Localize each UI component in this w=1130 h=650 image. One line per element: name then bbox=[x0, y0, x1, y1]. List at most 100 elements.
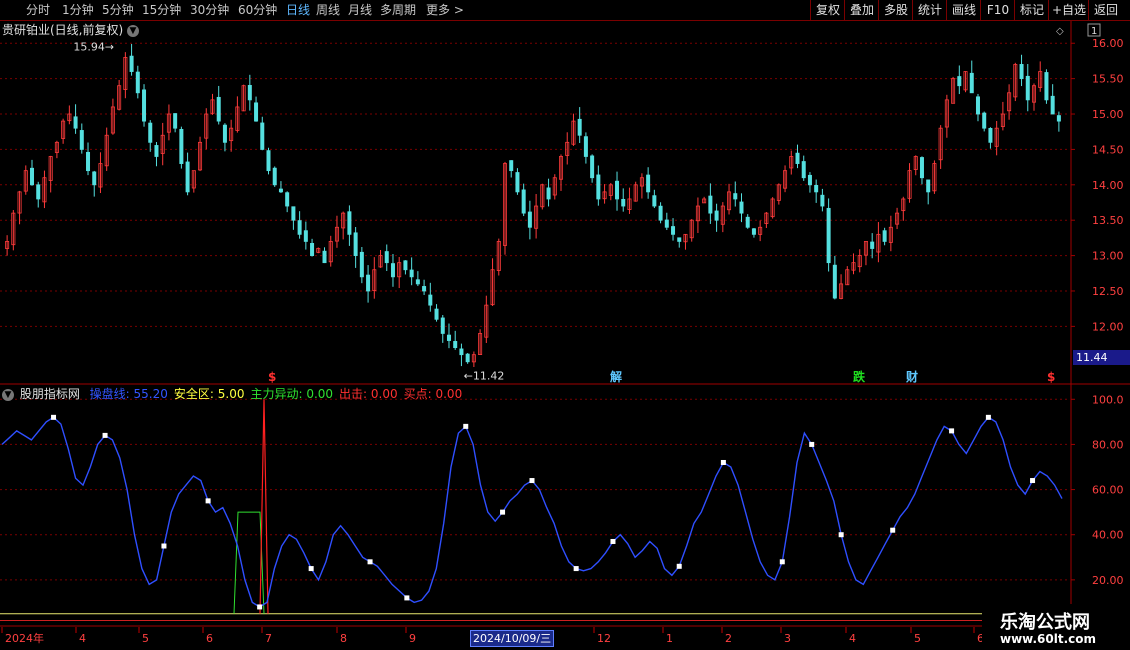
date-label: 6 bbox=[206, 632, 213, 645]
candle-body bbox=[297, 220, 302, 235]
candle-body bbox=[260, 122, 265, 150]
candle-body bbox=[36, 184, 41, 200]
price-tick-label: 14.00 bbox=[1092, 179, 1124, 192]
operation-point bbox=[573, 566, 579, 572]
operation-point bbox=[985, 414, 991, 420]
candle-body bbox=[671, 226, 676, 235]
candle-body bbox=[515, 172, 520, 193]
date-label: 2024年 bbox=[5, 631, 44, 645]
candle-body bbox=[714, 210, 719, 221]
candle-body bbox=[216, 96, 221, 122]
candle-body bbox=[1025, 75, 1030, 101]
operation-point bbox=[463, 423, 469, 429]
number-badge-text: 1 bbox=[1091, 26, 1097, 37]
candle-body bbox=[266, 150, 271, 172]
candle-body bbox=[347, 211, 352, 235]
operation-point bbox=[102, 432, 108, 438]
candle-body bbox=[247, 84, 252, 101]
indicator-value-1: 安全区: 5.00 bbox=[173, 387, 245, 401]
candle-body bbox=[285, 192, 290, 207]
indicator-value-2: 主力异动: 0.00 bbox=[250, 387, 334, 401]
candle-body bbox=[390, 263, 395, 278]
candle-body bbox=[79, 130, 84, 150]
candle-body bbox=[92, 171, 97, 186]
candle-body bbox=[409, 269, 414, 278]
candle-body bbox=[527, 211, 532, 228]
date-label: 5 bbox=[914, 632, 921, 645]
candle-body bbox=[135, 71, 140, 94]
indicator-value-4: 买点: 0.00 bbox=[403, 387, 463, 401]
price-tick-label: 13.50 bbox=[1092, 214, 1124, 227]
date-label: 5 bbox=[142, 632, 149, 645]
candle-body bbox=[322, 250, 327, 264]
candle-body bbox=[832, 264, 837, 299]
candle-body bbox=[179, 128, 184, 164]
operation-point bbox=[1030, 478, 1036, 484]
candle-body bbox=[86, 151, 91, 172]
candle-body bbox=[826, 207, 831, 264]
event-marker: $ bbox=[268, 370, 276, 384]
candle-body bbox=[384, 251, 389, 264]
date-label: 12 bbox=[597, 632, 611, 645]
price-tick-label: 16.00 bbox=[1092, 37, 1124, 50]
candle-body bbox=[521, 189, 526, 214]
chevron-down-icon[interactable]: ▼ bbox=[2, 388, 14, 401]
candle-body bbox=[733, 193, 738, 200]
indicator-tick-label: 100.0 bbox=[1092, 393, 1124, 406]
event-marker: $ bbox=[1047, 370, 1055, 384]
indicator-tick-label: 80.00 bbox=[1092, 438, 1124, 451]
candle-body bbox=[403, 260, 408, 271]
candle-body bbox=[870, 241, 875, 249]
candle-body bbox=[975, 96, 980, 115]
candle-body bbox=[658, 205, 663, 221]
operation-point bbox=[676, 563, 682, 569]
candle-body bbox=[646, 174, 651, 193]
event-marker: 解 bbox=[610, 369, 622, 384]
price-tick-label: 15.50 bbox=[1092, 73, 1124, 86]
candle-body bbox=[708, 195, 713, 214]
price-tick-label: 15.00 bbox=[1092, 108, 1124, 121]
candlestick-chart: 16.00 15.50 15.00 14.50 14.00 13.50 13.00 12.50… bbox=[0, 21, 1130, 645]
date-label: 3 bbox=[784, 632, 791, 645]
candle-body bbox=[807, 174, 812, 186]
operation-point bbox=[779, 559, 785, 565]
candle-body bbox=[129, 55, 134, 72]
date-label: 4 bbox=[79, 632, 86, 645]
date-label: 1 bbox=[666, 632, 673, 645]
candle-body bbox=[926, 179, 931, 193]
candle-body bbox=[988, 127, 993, 143]
indicator-legend: ▼ 股朋指标网 操盘线: 55.20 安全区: 5.00 主力异动: 0.00 出击:… bbox=[2, 386, 464, 402]
candle-body bbox=[459, 348, 464, 356]
price-tick-label: 12.00 bbox=[1092, 320, 1124, 333]
operation-point bbox=[720, 459, 726, 465]
candle-body bbox=[664, 219, 669, 228]
operation-point bbox=[367, 559, 373, 565]
price-tick-label: 12.50 bbox=[1092, 285, 1124, 298]
indicator-tick-label: 60.00 bbox=[1092, 484, 1124, 497]
date-label: 4 bbox=[849, 632, 856, 645]
candle-body bbox=[1044, 72, 1049, 101]
candle-body bbox=[428, 294, 433, 306]
indicator-tick-label: 40.00 bbox=[1092, 529, 1124, 542]
candle-body bbox=[422, 286, 427, 292]
candle-body bbox=[30, 167, 35, 186]
operation-line bbox=[1, 416, 1063, 608]
candle-body bbox=[795, 152, 800, 164]
indicator-tick-label: 20.00 bbox=[1092, 574, 1124, 587]
candle-body bbox=[546, 187, 551, 200]
candle-body bbox=[621, 198, 626, 207]
candle-body bbox=[509, 160, 514, 172]
candle-body bbox=[596, 174, 601, 200]
high-price-label: 15.94→ bbox=[73, 40, 114, 53]
operation-point bbox=[51, 414, 57, 420]
operation-point bbox=[838, 532, 844, 538]
operation-point bbox=[404, 595, 410, 601]
price-tick-label: 13.00 bbox=[1092, 250, 1124, 263]
candle-body bbox=[272, 167, 277, 186]
candle-body bbox=[359, 251, 364, 278]
candle-body bbox=[801, 161, 806, 179]
operation-point bbox=[949, 428, 955, 434]
low-price-label: ←11.42 bbox=[464, 369, 505, 382]
operation-point bbox=[809, 441, 815, 447]
operation-point bbox=[890, 527, 896, 533]
